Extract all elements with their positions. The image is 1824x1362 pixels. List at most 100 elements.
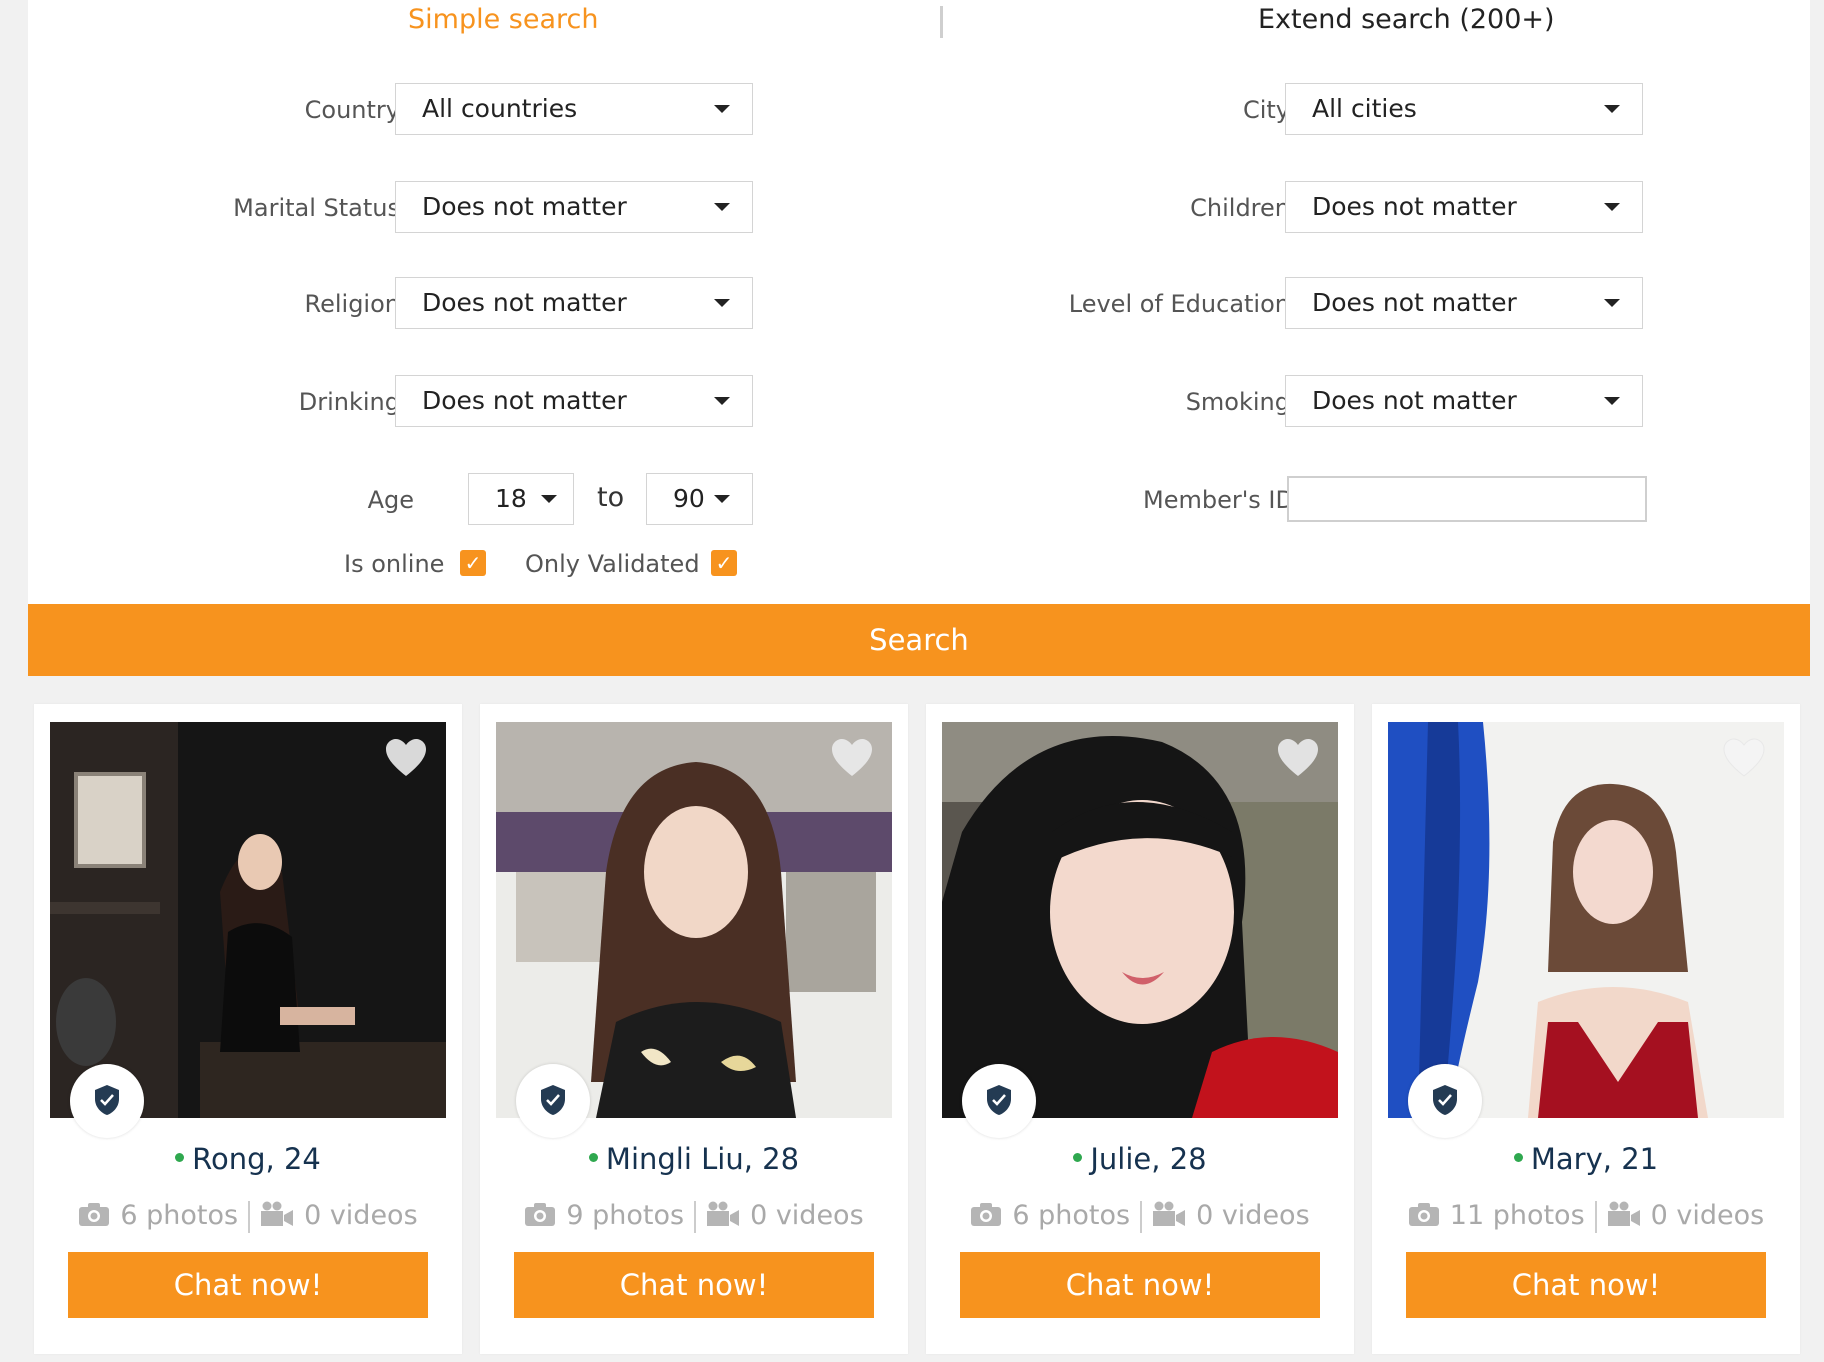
online-indicator bbox=[1073, 1152, 1083, 1162]
profile-name-row[interactable]: Rong, 24 bbox=[34, 1142, 462, 1176]
heart-icon[interactable] bbox=[1276, 738, 1320, 778]
age-to-text: to bbox=[597, 482, 625, 513]
profile-card[interactable]: Julie, 28 6 photos 0 videos Chat now! bbox=[926, 704, 1354, 1354]
verified-badge bbox=[70, 1064, 144, 1138]
smoking-select[interactable]: Does not matter bbox=[1285, 375, 1643, 427]
city-value: All cities bbox=[1312, 94, 1417, 123]
member-id-label: Member's ID bbox=[1142, 486, 1294, 514]
chevron-down-icon bbox=[1604, 203, 1620, 211]
education-label: Level of Education bbox=[1068, 290, 1290, 318]
profile-card[interactable]: Rong, 24 6 photos 0 videos Chat now! bbox=[34, 704, 462, 1354]
city-label: City bbox=[1242, 96, 1290, 124]
shield-icon bbox=[1433, 1085, 1457, 1115]
camera-icon bbox=[525, 1202, 556, 1226]
age-to-value: 90 bbox=[673, 484, 705, 513]
camera-icon bbox=[971, 1202, 1002, 1226]
religion-label: Religion bbox=[304, 290, 401, 318]
profile-name: Rong, 24 bbox=[192, 1142, 321, 1176]
tab-divider bbox=[940, 6, 943, 38]
marital-status-value: Does not matter bbox=[422, 192, 627, 221]
tab-extend-search[interactable]: Extend search (200+) bbox=[1258, 4, 1555, 35]
chat-now-button[interactable]: Chat now! bbox=[960, 1252, 1320, 1318]
profile-name: Julie, 28 bbox=[1090, 1142, 1207, 1176]
search-panel: Simple search Extend search (200+) Count… bbox=[28, 0, 1810, 604]
online-indicator bbox=[175, 1152, 185, 1162]
media-row: 6 photos 0 videos bbox=[34, 1200, 462, 1233]
chevron-down-icon bbox=[714, 203, 730, 211]
profile-card[interactable]: Mary, 21 11 photos 0 videos Chat now! bbox=[1372, 704, 1800, 1354]
camera-icon bbox=[1408, 1202, 1439, 1226]
chevron-down-icon bbox=[714, 397, 730, 405]
camera-icon bbox=[79, 1202, 110, 1226]
profile-name-row[interactable]: Mingli Liu, 28 bbox=[480, 1142, 908, 1176]
heart-icon[interactable] bbox=[1722, 738, 1766, 778]
profile-name-row[interactable]: Julie, 28 bbox=[926, 1142, 1354, 1176]
video-count: 0 videos bbox=[304, 1200, 418, 1231]
online-indicator bbox=[1513, 1152, 1523, 1162]
shield-icon bbox=[987, 1085, 1011, 1115]
verified-badge bbox=[1408, 1064, 1482, 1138]
heart-icon[interactable] bbox=[384, 738, 428, 778]
country-value: All countries bbox=[422, 94, 578, 123]
video-count: 0 videos bbox=[750, 1200, 864, 1231]
age-from-select[interactable]: 18 bbox=[468, 473, 574, 525]
profile-photo[interactable] bbox=[50, 722, 446, 1118]
only-validated-checkbox[interactable]: ✓ bbox=[711, 550, 737, 576]
smoking-value: Does not matter bbox=[1312, 386, 1517, 415]
chevron-down-icon bbox=[714, 495, 730, 503]
video-camera-icon bbox=[707, 1201, 740, 1226]
tab-simple-search[interactable]: Simple search bbox=[408, 4, 598, 35]
profile-photo[interactable] bbox=[496, 722, 892, 1118]
photo-count: 6 photos bbox=[120, 1200, 239, 1231]
country-label: Country bbox=[304, 96, 400, 124]
video-camera-icon bbox=[1153, 1201, 1186, 1226]
chat-now-button[interactable]: Chat now! bbox=[1406, 1252, 1766, 1318]
country-select[interactable]: All countries bbox=[395, 83, 753, 135]
city-select[interactable]: All cities bbox=[1285, 83, 1643, 135]
children-label: Children bbox=[1190, 194, 1290, 222]
education-select[interactable]: Does not matter bbox=[1285, 277, 1643, 329]
chevron-down-icon bbox=[714, 299, 730, 307]
media-row: 11 photos 0 videos bbox=[1372, 1200, 1800, 1233]
video-count: 0 videos bbox=[1196, 1200, 1310, 1231]
shield-icon bbox=[541, 1085, 565, 1115]
search-button[interactable]: Search bbox=[28, 604, 1810, 676]
children-value: Does not matter bbox=[1312, 192, 1517, 221]
chat-now-button[interactable]: Chat now! bbox=[68, 1252, 428, 1318]
video-count: 0 videos bbox=[1650, 1200, 1765, 1231]
age-from-value: 18 bbox=[495, 484, 527, 513]
heart-icon[interactable] bbox=[830, 738, 874, 778]
religion-value: Does not matter bbox=[422, 288, 627, 317]
media-row: 6 photos 0 videos bbox=[926, 1200, 1354, 1233]
chevron-down-icon bbox=[714, 105, 730, 113]
chat-now-button[interactable]: Chat now! bbox=[514, 1252, 874, 1318]
drinking-value: Does not matter bbox=[422, 386, 627, 415]
drinking-label: Drinking bbox=[298, 388, 400, 416]
profile-name: Mary, 21 bbox=[1530, 1142, 1659, 1176]
media-row: 9 photos 0 videos bbox=[480, 1200, 908, 1233]
drinking-select[interactable]: Does not matter bbox=[395, 375, 753, 427]
profile-photo[interactable] bbox=[942, 722, 1338, 1118]
is-online-checkbox[interactable]: ✓ bbox=[460, 550, 486, 576]
profile-photo[interactable] bbox=[1388, 722, 1784, 1118]
profile-card[interactable]: Mingli Liu, 28 9 photos 0 videos Chat now… bbox=[480, 704, 908, 1354]
marital-status-select[interactable]: Does not matter bbox=[395, 181, 753, 233]
chevron-down-icon bbox=[541, 495, 557, 503]
profile-name-row[interactable]: Mary, 21 bbox=[1372, 1142, 1800, 1176]
photo-count: 11 photos bbox=[1449, 1200, 1585, 1231]
smoking-label: Smoking bbox=[1185, 388, 1290, 416]
religion-select[interactable]: Does not matter bbox=[395, 277, 753, 329]
age-to-select[interactable]: 90 bbox=[646, 473, 753, 525]
is-online-label: Is online bbox=[344, 550, 445, 578]
member-id-input[interactable] bbox=[1287, 476, 1647, 522]
chevron-down-icon bbox=[1604, 397, 1620, 405]
online-indicator bbox=[588, 1152, 598, 1162]
marital-status-label: Marital Status bbox=[233, 194, 400, 222]
profile-name: Mingli Liu, 28 bbox=[605, 1142, 800, 1176]
chevron-down-icon bbox=[1604, 105, 1620, 113]
verified-badge bbox=[516, 1064, 590, 1138]
shield-icon bbox=[95, 1085, 119, 1115]
video-camera-icon bbox=[1607, 1201, 1640, 1226]
only-validated-label: Only Validated bbox=[525, 550, 700, 578]
children-select[interactable]: Does not matter bbox=[1285, 181, 1643, 233]
